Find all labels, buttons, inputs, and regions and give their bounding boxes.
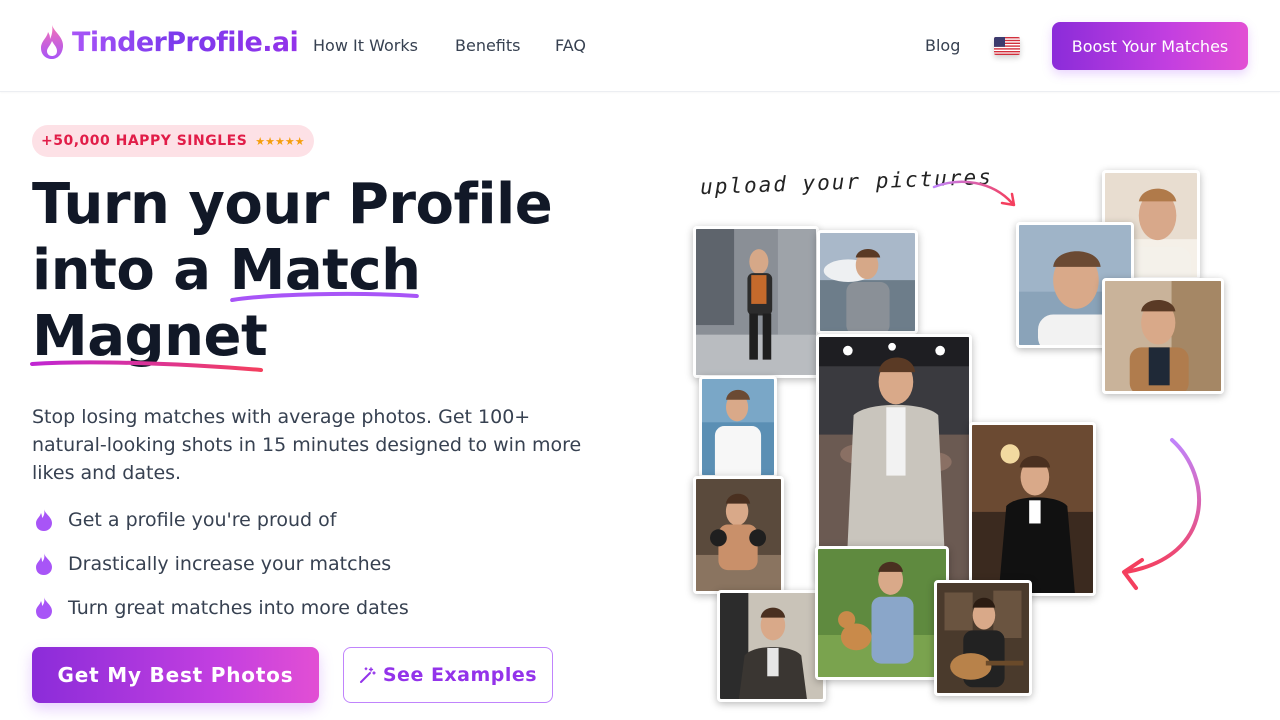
badge-text: +50,000 HAPPY SINGLES bbox=[41, 133, 248, 149]
headline-highlight-magnet: Magnet bbox=[30, 304, 268, 372]
benefit-text: Turn great matches into more dates bbox=[68, 597, 409, 619]
generated-photo bbox=[699, 376, 777, 478]
flame-icon bbox=[36, 509, 52, 531]
nav-benefits[interactable]: Benefits bbox=[455, 36, 521, 55]
arrow-right-icon bbox=[932, 180, 1016, 207]
benefit-item: Get a profile you're proud of bbox=[34, 508, 336, 532]
magic-wand-icon bbox=[359, 667, 376, 683]
headline-line-2: into a Match bbox=[32, 238, 612, 304]
us-flag-icon[interactable] bbox=[994, 37, 1020, 55]
see-examples-label: See Examples bbox=[382, 664, 538, 686]
see-examples-button[interactable]: See Examples bbox=[343, 647, 553, 703]
headline-line-1: Turn your Profile bbox=[32, 172, 553, 237]
hero-subheadline: Stop losing matches with average photos.… bbox=[32, 406, 582, 484]
benefit-text: Get a profile you're proud of bbox=[68, 509, 337, 531]
flame-logo-icon bbox=[41, 25, 64, 59]
benefit-item: Drastically increase your matches bbox=[34, 552, 391, 576]
underline-decoration bbox=[30, 360, 264, 372]
uploaded-photo bbox=[1102, 278, 1224, 394]
generated-photo bbox=[817, 230, 918, 334]
site-header: TinderProfile.ai How It Works Benefits F… bbox=[0, 0, 1280, 92]
arrow-curved-icon bbox=[1122, 438, 1201, 590]
logo-link[interactable]: TinderProfile.ai bbox=[38, 22, 299, 62]
generated-photo bbox=[969, 422, 1096, 596]
flame-icon bbox=[36, 553, 52, 575]
logo-text: TinderProfile.ai bbox=[72, 26, 299, 58]
flame-icon bbox=[36, 597, 52, 619]
get-best-photos-button[interactable]: Get My Best Photos bbox=[32, 647, 319, 703]
headline-highlight-match: Match bbox=[229, 238, 421, 303]
benefit-text: Drastically increase your matches bbox=[68, 553, 392, 575]
generated-photo bbox=[934, 580, 1032, 696]
boost-matches-button[interactable]: Boost Your Matches bbox=[1052, 22, 1248, 70]
generated-photo bbox=[693, 476, 784, 594]
headline-prefix: into a bbox=[32, 238, 230, 303]
nav-faq[interactable]: FAQ bbox=[555, 36, 586, 55]
generated-photo bbox=[717, 590, 826, 702]
social-proof-badge: +50,000 HAPPY SINGLES ★★★★★ bbox=[32, 125, 314, 157]
nav-blog[interactable]: Blog bbox=[925, 36, 960, 55]
nav-how-it-works[interactable]: How It Works bbox=[313, 36, 418, 55]
benefit-item: Turn great matches into more dates bbox=[34, 596, 409, 620]
headline-line-3: Magnet bbox=[30, 304, 612, 372]
star-rating-icon: ★★★★★ bbox=[255, 134, 305, 148]
underline-decoration bbox=[229, 291, 419, 302]
generated-photo bbox=[815, 546, 949, 680]
generated-photo bbox=[693, 226, 819, 378]
hero-headline: Turn your Profile into a Match Magnet bbox=[30, 172, 612, 372]
